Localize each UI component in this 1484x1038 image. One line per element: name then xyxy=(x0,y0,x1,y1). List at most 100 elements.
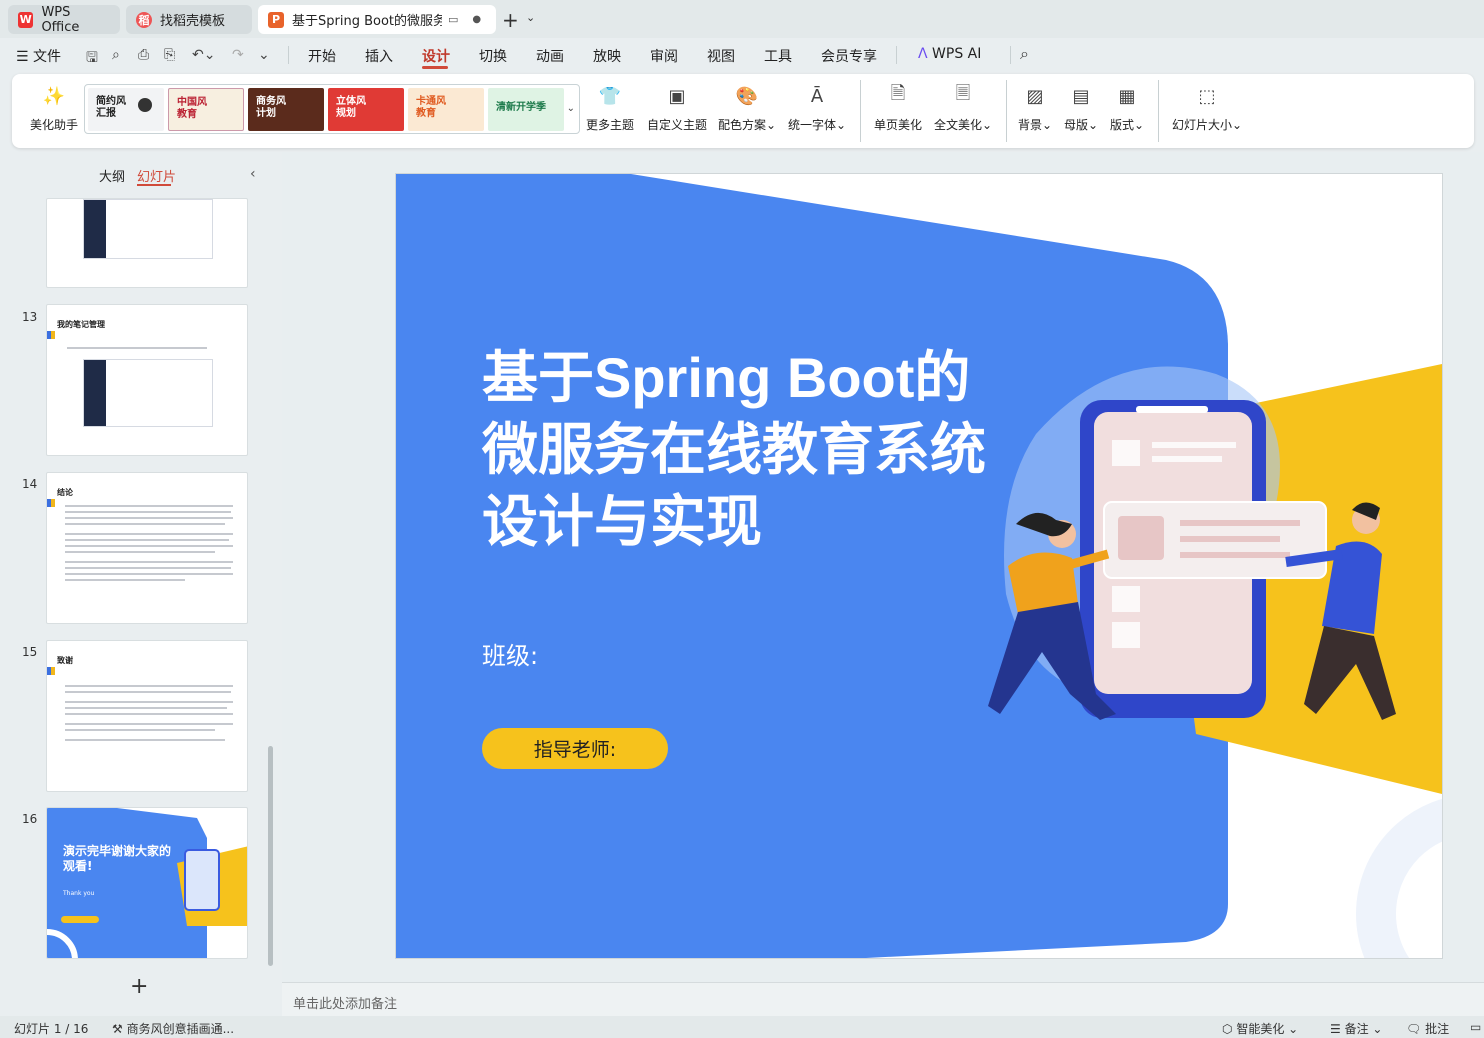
palette-icon: 🎨 xyxy=(735,85,759,107)
theme-business-plan[interactable]: 商务风 计划 xyxy=(248,88,324,131)
tab-document[interactable]: P 基于Spring Boot的微服务在线教育系统设计与实现 ▭ ● xyxy=(258,5,496,34)
slide-title[interactable]: 基于Spring Boot的微服务在线教育系统设计与实现 xyxy=(482,342,1002,558)
shirt-icon: 👕 xyxy=(598,85,622,107)
docer-icon: 稻 xyxy=(136,11,152,28)
slide-thumbnail[interactable]: 演示完毕谢谢大家的观看! Thank you xyxy=(46,807,248,959)
notes-toggle-button[interactable]: ☰ 备注 ⌄ xyxy=(1330,1020,1382,1037)
more-chevron-icon[interactable]: ⌄ xyxy=(258,47,270,63)
gallery-expand-icon[interactable]: ⌄ xyxy=(567,103,575,114)
theme-icon: ⚒ xyxy=(112,1022,123,1036)
notes-area[interactable]: 单击此处添加备注 xyxy=(282,982,1484,1016)
thumb-marker xyxy=(47,499,55,507)
search-icon[interactable]: ⌕ xyxy=(1020,44,1029,64)
background-icon: ▨ xyxy=(1026,85,1044,107)
advisor-label[interactable]: 指导老师: xyxy=(482,728,668,769)
slide-size-button[interactable]: ⬚ 幻灯片大小⌄ xyxy=(1172,82,1242,133)
thumb-text-line xyxy=(65,739,225,741)
menu-design[interactable]: 设计 xyxy=(422,46,450,66)
menu-home[interactable]: 开始 xyxy=(308,46,336,66)
view-normal-icon[interactable]: ▭ xyxy=(1470,1020,1481,1034)
full-beautify-button[interactable]: 🗏 全文美化⌄ xyxy=(934,82,992,133)
divider xyxy=(896,46,897,64)
more-themes-button[interactable]: 👕 更多主题 xyxy=(586,82,634,133)
menu-view[interactable]: 视图 xyxy=(707,46,735,66)
comment-icon: 🗨 xyxy=(1406,1022,1422,1036)
undo-icon[interactable]: ↶⌄ xyxy=(192,47,215,63)
format-painter-icon[interactable]: ⌕ xyxy=(112,47,120,63)
theme-label: 卡通风 教育 xyxy=(416,96,446,119)
active-menu-indicator xyxy=(422,66,448,69)
print-icon[interactable]: ⎙ xyxy=(138,47,149,63)
current-slide[interactable]: 基于Spring Boot的微服务在线教育系统设计与实现 班级: 指导老师: xyxy=(396,174,1442,958)
chevron-down-icon[interactable]: ⌄ xyxy=(526,11,535,24)
unify-font-button[interactable]: Ā 统一字体⌄ xyxy=(788,82,846,133)
comments-button[interactable]: 🗨 批注 xyxy=(1406,1020,1449,1037)
thumb-title: 演示完毕谢谢大家的观看! xyxy=(63,844,172,873)
thumb-text-line xyxy=(65,539,229,541)
tab-slides[interactable]: 幻灯片 xyxy=(137,166,176,185)
page-beautify-button[interactable]: 🗎 单页美化 xyxy=(874,82,922,133)
thumb-text-line xyxy=(65,511,231,513)
menu-review[interactable]: 审阅 xyxy=(650,46,678,66)
divider xyxy=(1158,80,1159,142)
status-bar: 幻灯片 1 / 16 ⚒ 商务风创意插画通... ⬡ 智能美化 ⌄ ☰ 备注 ⌄… xyxy=(0,1016,1484,1038)
save-icon[interactable]: 🖫 xyxy=(86,47,98,71)
beautify-assistant-button[interactable]: ✨ 美化助手 xyxy=(30,82,78,133)
button-label: 自定义主题 xyxy=(647,118,708,132)
notes-placeholder: 单击此处添加备注 xyxy=(293,997,398,1012)
thumb-text-line xyxy=(67,347,207,349)
theme-3d-plan[interactable]: 立体风 规划 xyxy=(328,88,404,131)
theme-fresh-school[interactable]: 清新开学季 xyxy=(488,88,564,131)
theme-chinese-education[interactable]: 中国风 教育 xyxy=(168,88,244,131)
thumb-marker xyxy=(47,331,55,339)
class-label[interactable]: 班级: xyxy=(482,636,538,671)
slide-illustration xyxy=(396,174,1442,958)
theme-status[interactable]: ⚒ 商务风创意插画通... xyxy=(112,1020,234,1037)
menu-slideshow[interactable]: 放映 xyxy=(593,46,621,66)
full-beautify-icon: 🗏 xyxy=(955,83,971,104)
color-scheme-button[interactable]: 🎨 配色方案⌄ xyxy=(718,82,776,133)
thumb-text-line xyxy=(65,685,233,687)
slide-thumbnail[interactable]: 致谢 xyxy=(46,640,248,792)
redo-icon[interactable]: ↷ xyxy=(232,47,244,63)
menu-animations[interactable]: 动画 xyxy=(536,46,564,66)
layout-button[interactable]: ▦ 版式⌄ xyxy=(1110,82,1144,133)
menu-insert[interactable]: 插入 xyxy=(365,46,393,66)
new-tab-icon[interactable]: + xyxy=(502,8,519,32)
menu-tools[interactable]: 工具 xyxy=(764,46,792,66)
custom-theme-icon: ▣ xyxy=(668,85,686,107)
master-button[interactable]: ▤ 母版⌄ xyxy=(1064,82,1098,133)
thumb-title: 我的笔记管理 xyxy=(57,320,105,329)
close-dot-icon[interactable]: ● xyxy=(472,14,481,25)
slide-count: 幻灯片 1 / 16 xyxy=(14,1022,89,1036)
tab-outline[interactable]: 大纲 xyxy=(99,166,125,185)
tab-bar: W WPS Office 稻 找稻壳模板 P 基于Spring Boot的微服务… xyxy=(0,0,1484,38)
thumb-text-line xyxy=(65,517,233,519)
theme-status-label: 商务风创意插画通... xyxy=(126,1022,235,1036)
smart-beautify-button[interactable]: ⬡ 智能美化 ⌄ xyxy=(1222,1020,1298,1037)
tab-wps-office[interactable]: W WPS Office xyxy=(8,5,120,35)
theme-cartoon-education[interactable]: 卡通风 教育 xyxy=(408,88,484,131)
notes-icon: ☰ xyxy=(1330,1022,1341,1036)
notes-label: 备注 xyxy=(1344,1022,1369,1036)
slide-thumbnail[interactable]: 我的笔记管理 xyxy=(46,304,248,456)
menu-member[interactable]: 会员专享 xyxy=(821,46,877,66)
slide-thumbnail[interactable] xyxy=(46,198,248,288)
screen-icon[interactable]: ▭ xyxy=(448,13,458,26)
panel-scrollbar[interactable] xyxy=(268,746,273,966)
custom-theme-button[interactable]: ▣ 自定义主题 xyxy=(647,82,707,133)
button-label: 版式 xyxy=(1110,118,1135,132)
theme-simple-report[interactable]: 简约风 汇报 xyxy=(88,88,164,131)
menu-file[interactable]: ☰ 文件 xyxy=(16,46,61,66)
print-preview-icon[interactable]: ⎘ xyxy=(164,47,175,63)
thumb-button xyxy=(61,916,99,923)
menu-transitions[interactable]: 切换 xyxy=(479,46,507,66)
add-slide-icon[interactable]: + xyxy=(130,974,148,999)
thumb-text-line xyxy=(65,701,233,703)
background-button[interactable]: ▨ 背景⌄ xyxy=(1018,82,1052,133)
menu-wps-ai[interactable]: ᐱ WPS AI xyxy=(918,46,981,62)
collapse-panel-icon[interactable]: ‹ xyxy=(250,166,256,182)
slide-thumbnail[interactable]: 结论 xyxy=(46,472,248,624)
wps-ai-icon: ᐱ xyxy=(918,46,928,62)
tab-templates[interactable]: 稻 找稻壳模板 xyxy=(126,5,252,34)
